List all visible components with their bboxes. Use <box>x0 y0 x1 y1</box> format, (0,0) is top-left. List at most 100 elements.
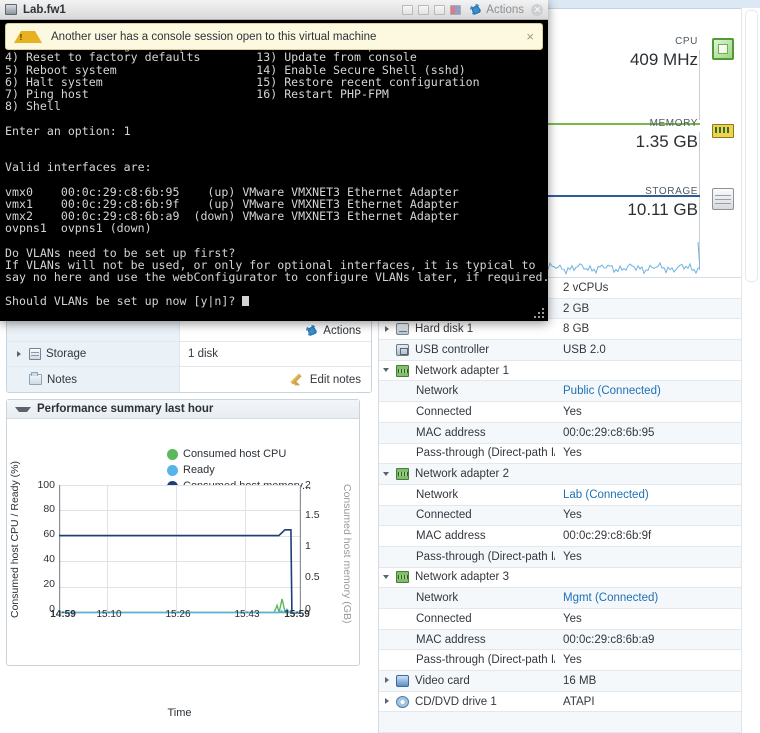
nic-icon <box>396 364 409 377</box>
chevron-down-icon[interactable] <box>383 470 392 479</box>
chevron-right-icon[interactable] <box>383 676 392 685</box>
console-window-titlebar[interactable]: Lab.fw1 Actions <box>0 0 548 20</box>
hw-row-label: Connected <box>416 509 472 522</box>
console-terminal-output[interactable]: 2) Set Interface(s) IP address 11) Resta… <box>0 20 548 321</box>
chart-ytick: 80 <box>43 503 55 515</box>
chevron-down-icon[interactable] <box>15 406 31 412</box>
hw-row-name-cell[interactable]: USB controller <box>379 343 555 356</box>
hw-row-name-cell[interactable]: Network adapter 1 <box>379 364 555 377</box>
screenshot-icon[interactable] <box>418 4 430 15</box>
performance-summary-panel: Performance summary last hour Consumed h… <box>6 399 360 719</box>
vm-console-window[interactable]: Lab.fw1 Actions 2) Set Interface(s) IP a… <box>0 0 548 321</box>
table-row[interactable]: Connected Yes <box>379 402 741 423</box>
hw-row-name-cell[interactable]: Pass-through (Direct-path I/O) <box>379 447 555 459</box>
warning-dismiss-button[interactable]: × <box>516 29 534 44</box>
hw-row-name-cell[interactable]: CD/DVD drive 1 <box>379 695 555 708</box>
keyboard-layout-icon[interactable] <box>450 4 462 15</box>
table-row[interactable]: MAC address 00:0c:29:c8:6b:9f <box>379 526 741 547</box>
table-row[interactable]: Storage 1 disk <box>7 342 371 367</box>
performance-summary-header[interactable]: Performance summary last hour <box>7 400 359 419</box>
edit-notes-button[interactable]: Edit notes <box>180 367 371 392</box>
no-chevron-icon <box>383 656 392 665</box>
chevron-down-icon[interactable] <box>383 573 392 582</box>
performance-chart-body: Consumed host CPU Ready Consumed host me… <box>7 419 359 719</box>
chevron-right-icon[interactable] <box>15 350 24 359</box>
page-scrollbar-thumb[interactable] <box>745 10 758 282</box>
table-row[interactable]: Network Mgmt (Connected) <box>379 588 741 609</box>
console-warning-banner: Another user has a console session open … <box>5 23 543 50</box>
send-ctrl-alt-del-icon[interactable] <box>402 4 414 15</box>
table-row[interactable]: Network adapter 3 <box>379 568 741 589</box>
table-row[interactable]: Connected Yes <box>379 505 741 527</box>
table-row[interactable]: MAC address 00:0c:29:c8:6b:95 <box>379 422 741 444</box>
table-row[interactable]: Network adapter 1 <box>379 361 741 382</box>
legend-label: Consumed host CPU <box>183 448 287 460</box>
table-header-name-cell <box>7 320 180 341</box>
hw-row-name-cell[interactable]: Pass-through (Direct-path I/O) <box>379 551 555 563</box>
hw-row-label: MAC address <box>416 530 486 543</box>
hw-row-name-cell[interactable]: MAC address <box>379 427 555 439</box>
hw-row-name-cell[interactable]: Network <box>379 592 555 604</box>
actions-button[interactable]: Actions <box>180 320 371 341</box>
table-row[interactable]: Network adapter 2 <box>379 464 741 485</box>
page-scrollbar[interactable] <box>741 8 760 733</box>
vm-hardware-configuration-table[interactable]: 2 vCPUs 2 GB Hard disk 1 8 GB USB controller… <box>378 278 741 733</box>
nic-icon <box>396 468 409 481</box>
table-row[interactable]: CD/DVD drive 1 ATAPI <box>379 692 741 713</box>
row-name-storage[interactable]: Storage <box>7 342 180 366</box>
hw-row-name-cell[interactable]: MAC address <box>379 634 555 646</box>
hw-row-label: Pass-through (Direct-path I/O) <box>416 654 555 667</box>
chevron-down-icon[interactable] <box>383 366 392 375</box>
table-row[interactable]: Pass-through (Direct-path I/O) Yes <box>379 546 741 568</box>
console-actions-menu[interactable]: Actions <box>469 3 524 16</box>
no-chevron-icon <box>383 614 392 623</box>
hw-row-value-cell[interactable]: Mgmt (Connected) <box>555 592 741 604</box>
chart-ytick: 40 <box>43 553 55 565</box>
chart-xtick: 14:59 <box>50 609 76 620</box>
hw-row-value-cell: 00:0c:29:c8:6b:a9 <box>563 633 655 646</box>
chevron-right-icon[interactable] <box>383 697 392 706</box>
close-icon[interactable] <box>531 3 543 16</box>
no-chevron-icon <box>383 718 392 727</box>
fullscreen-icon[interactable] <box>434 4 446 15</box>
hw-row-name-cell[interactable]: Network adapter 3 <box>379 571 555 584</box>
table-row[interactable]: Pass-through (Direct-path I/O) Yes <box>379 444 741 465</box>
hw-row-label: Network adapter 3 <box>415 571 509 584</box>
table-row[interactable]: Notes Edit notes <box>7 367 371 392</box>
hw-row-name-cell[interactable]: Pass-through (Direct-path I/O) <box>379 654 555 666</box>
hw-row-name-cell[interactable]: Network <box>379 385 555 397</box>
hw-row-value-cell[interactable]: Lab (Connected) <box>555 489 741 501</box>
table-row[interactable]: MAC address 00:0c:29:c8:6b:a9 <box>379 629 741 651</box>
no-chevron-icon <box>383 552 392 561</box>
table-row[interactable]: Hard disk 1 8 GB <box>379 319 741 341</box>
chart-xtick: 15:10 <box>96 609 122 620</box>
hw-row-name-cell[interactable]: Connected <box>379 509 555 521</box>
storage-stack-icon <box>29 348 41 360</box>
hw-row-name-cell[interactable] <box>379 718 555 727</box>
hw-row-name-cell[interactable]: Connected <box>379 406 555 418</box>
hw-row-name-cell[interactable]: Connected <box>379 613 555 625</box>
hw-row-name-cell[interactable]: Video card <box>379 674 555 687</box>
table-row[interactable]: USB controller USB 2.0 <box>379 340 741 361</box>
table-row[interactable]: Video card 16 MB <box>379 671 741 692</box>
table-row[interactable]: Connected Yes <box>379 609 741 630</box>
chart-xtick: 15:59 <box>284 609 310 620</box>
chevron-right-icon[interactable] <box>383 325 392 334</box>
hw-row-value-cell: 2 vCPUs <box>563 281 609 294</box>
no-chevron-icon <box>383 594 392 603</box>
hw-row-value-cell: Yes <box>563 612 582 625</box>
hw-row-name-cell[interactable]: Hard disk 1 <box>379 323 555 336</box>
table-row[interactable] <box>379 712 741 733</box>
table-row[interactable]: Network Lab (Connected) <box>379 485 741 506</box>
console-resize-grip[interactable] <box>534 308 545 319</box>
vm-console-icon <box>5 4 17 15</box>
hw-row-value-cell[interactable]: Public (Connected) <box>555 385 741 397</box>
table-row[interactable]: Network Public (Connected) <box>379 381 741 403</box>
hw-row-label: Network <box>416 488 459 501</box>
hw-row-name-cell[interactable]: Network <box>379 489 555 501</box>
hw-row-name-cell[interactable]: Network adapter 2 <box>379 468 555 481</box>
hw-row-label: Network <box>416 592 459 605</box>
vm-storage-notes-table: Actions Storage 1 disk Notes Edit notes <box>6 319 372 393</box>
table-row[interactable]: Pass-through (Direct-path I/O) Yes <box>379 650 741 672</box>
hw-row-name-cell[interactable]: MAC address <box>379 530 555 542</box>
